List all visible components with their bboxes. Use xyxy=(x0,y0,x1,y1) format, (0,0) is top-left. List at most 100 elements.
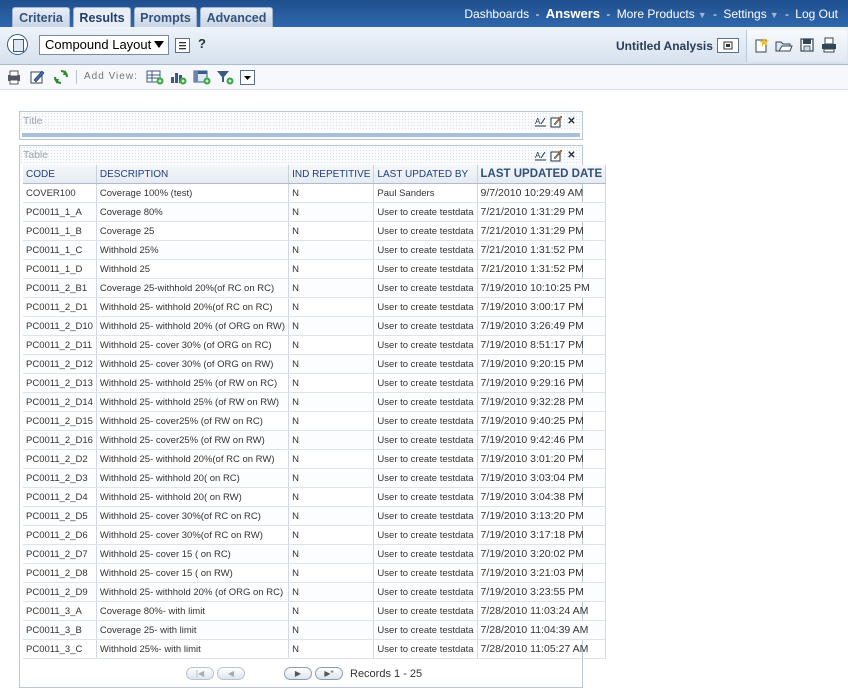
code-cell: PC0011_2_D10 xyxy=(23,316,97,336)
chevron-down-icon[interactable]: ▼ xyxy=(698,10,707,20)
last-page-icon[interactable]: ▶* xyxy=(315,667,343,680)
ind-repetitive-cell: N xyxy=(288,278,375,298)
ind-repetitive-cell: N xyxy=(288,601,375,621)
code-cell: PC0011_2_D16 xyxy=(23,430,97,450)
first-page-icon[interactable]: |◀ xyxy=(186,667,214,680)
column-header-code[interactable]: CODE xyxy=(23,165,97,184)
help-icon[interactable]: ? xyxy=(198,36,212,53)
add-filter-view-icon[interactable] xyxy=(216,69,234,85)
table-row: PC0011_2_D16 Withhold 25- cover25% (of RW… xyxy=(23,430,607,450)
ind-repetitive-cell: N xyxy=(288,373,375,393)
new-icon[interactable] xyxy=(753,37,769,53)
tab-criteria[interactable]: Criteria xyxy=(12,7,70,27)
last-updated-date-cell: 7/21/2010 1:31:52 PM xyxy=(477,259,607,279)
layout-icon[interactable] xyxy=(7,34,28,55)
ind-repetitive-cell: N xyxy=(288,335,375,355)
compound-layout-select[interactable]: Compound Layout xyxy=(39,35,169,55)
last-updated-date-cell: 7/19/2010 9:40:25 PM xyxy=(477,411,607,431)
table-row: PC0011_2_B1 Coverage 25-withhold 20%(of R… xyxy=(23,278,607,298)
table-row: PC0011_2_D9 Withhold 25- withhold 20% (of… xyxy=(23,582,607,602)
delete-icon[interactable]: ✕ xyxy=(565,115,578,128)
table-row: PC0011_2_D2 Withhold 25- withhold 20%(of … xyxy=(23,449,607,469)
code-cell: PC0011_2_D14 xyxy=(23,392,97,412)
svg-text:A: A xyxy=(535,117,541,126)
description-cell: Withhold 25- cover25% (of RW on RW) xyxy=(96,430,290,450)
description-cell: Withhold 25- withhold 25% (of RW on RC) xyxy=(96,373,290,393)
title-view-header: Title A ✕ xyxy=(20,112,582,131)
last-updated-by-cell: User to create testdata xyxy=(373,430,478,450)
refresh-icon[interactable] xyxy=(53,69,69,85)
column-header-last-updated-by[interactable]: LAST UPDATED BY xyxy=(373,165,478,184)
code-cell: PC0011_2_D12 xyxy=(23,354,97,374)
last-updated-date-cell: 7/19/2010 8:51:17 PM xyxy=(477,335,607,355)
ind-repetitive-cell: N xyxy=(288,183,375,203)
edit-icon[interactable] xyxy=(550,115,563,128)
tab-advanced[interactable]: Advanced xyxy=(200,7,273,27)
description-cell: Withhold 25%- with limit xyxy=(96,639,290,659)
table-row: PC0011_1_B Coverage 25 N User to create tes… xyxy=(23,221,607,241)
ind-repetitive-cell: N xyxy=(288,221,375,241)
table-header-row: CODE DESCRIPTION IND REPETITIVE LAST UPD… xyxy=(23,165,607,184)
more-products-link[interactable]: More Products xyxy=(617,7,695,21)
global-nav: Dashboards - Answers - More Products ▼ - … xyxy=(464,6,838,21)
format-icon[interactable]: A xyxy=(534,115,547,128)
dashboards-link[interactable]: Dashboards xyxy=(464,7,529,21)
save-icon[interactable] xyxy=(799,37,815,53)
last-updated-by-cell: User to create testdata xyxy=(373,544,478,564)
ind-repetitive-cell: N xyxy=(288,582,375,602)
description-cell: Withhold 25 xyxy=(96,259,290,279)
last-updated-by-cell: User to create testdata xyxy=(373,259,478,279)
add-chart-view-icon[interactable] xyxy=(169,69,187,85)
description-cell: Withhold 25- cover 15 ( on RW) xyxy=(96,563,290,583)
last-updated-date-cell: 7/19/2010 10:10:25 PM xyxy=(477,278,607,298)
last-updated-date-cell: 7/21/2010 1:31:29 PM xyxy=(477,221,607,241)
table-row: PC0011_2_D6 Withhold 25- cover 30%(of RC … xyxy=(23,525,607,545)
column-header-ind-repetitive[interactable]: IND REPETITIVE xyxy=(288,165,375,184)
description-cell: Coverage 25-withhold 20%(of RC on RC) xyxy=(96,278,290,298)
next-page-icon[interactable]: ▶ xyxy=(284,667,312,680)
ind-repetitive-cell: N xyxy=(288,544,375,564)
add-pivot-view-icon[interactable] xyxy=(193,69,211,85)
tab-results[interactable]: Results xyxy=(73,7,131,28)
table-row: PC0011_2_D4 Withhold 25- withhold 20( on … xyxy=(23,487,607,507)
code-cell: PC0011_2_D15 xyxy=(23,411,97,431)
properties-icon[interactable] xyxy=(175,38,190,53)
description-cell: Withhold 25- withhold 20% (of ORG on RW) xyxy=(96,316,290,336)
table-row: PC0011_2_D1 Withhold 25- withhold 20%(of … xyxy=(23,297,607,317)
ind-repetitive-cell: N xyxy=(288,354,375,374)
last-updated-date-cell: 7/21/2010 1:31:52 PM xyxy=(477,240,607,260)
edit-icon[interactable] xyxy=(29,69,45,85)
column-header-description[interactable]: DESCRIPTION xyxy=(96,165,290,184)
settings-link[interactable]: Settings xyxy=(723,7,766,21)
table-view: Table A ✕ CODE DESCRIPTION IND REPETITIV… xyxy=(19,145,607,688)
print-preview-icon[interactable] xyxy=(6,69,22,85)
format-icon[interactable]: A xyxy=(534,149,547,162)
add-table-view-icon[interactable] xyxy=(146,69,164,85)
table-row: COVER100 Coverage 100% (test) N Paul Sander… xyxy=(23,183,607,203)
print-icon[interactable] xyxy=(717,38,739,53)
delete-icon[interactable]: ✕ xyxy=(565,149,578,162)
code-cell: PC0011_1_C xyxy=(23,240,97,260)
last-updated-date-cell: 7/19/2010 3:17:18 PM xyxy=(477,525,607,545)
print-icon[interactable] xyxy=(821,37,837,53)
ind-repetitive-cell: N xyxy=(288,392,375,412)
last-updated-date-cell: 7/28/2010 11:03:24 AM xyxy=(477,601,607,621)
description-cell: Withhold 25- withhold 20%(of RC on RC) xyxy=(96,297,290,317)
answers-link[interactable]: Answers xyxy=(546,6,600,21)
last-updated-date-cell: 7/19/2010 3:26:49 PM xyxy=(477,316,607,336)
last-updated-date-cell: 7/19/2010 9:29:16 PM xyxy=(477,373,607,393)
edit-icon[interactable] xyxy=(550,149,563,162)
description-cell: Coverage 80%- with limit xyxy=(96,601,290,621)
column-header-last-updated-date[interactable]: LAST UPDATED DATE xyxy=(477,165,607,184)
prev-page-icon[interactable]: ◀ xyxy=(217,667,245,680)
last-updated-date-cell: 7/19/2010 3:01:20 PM xyxy=(477,449,607,469)
logout-link[interactable]: Log Out xyxy=(795,7,838,21)
nav-separator: - xyxy=(784,7,789,21)
open-icon[interactable] xyxy=(775,37,793,53)
more-views-dropdown[interactable] xyxy=(240,70,255,85)
last-updated-date-cell: 7/19/2010 3:20:02 PM xyxy=(477,544,607,564)
tab-prompts[interactable]: Prompts xyxy=(134,7,197,27)
last-updated-by-cell: Paul Sanders xyxy=(373,183,478,203)
ind-repetitive-cell: N xyxy=(288,430,375,450)
chevron-down-icon[interactable]: ▼ xyxy=(770,10,779,20)
